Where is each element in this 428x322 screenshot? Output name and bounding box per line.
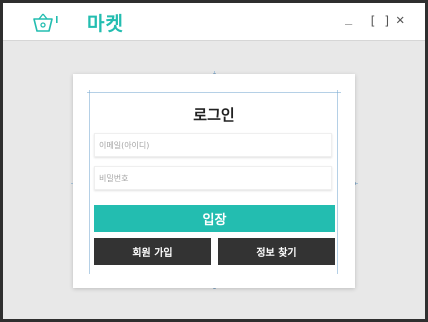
basket-icon <box>33 13 58 32</box>
password-field[interactable] <box>94 166 332 190</box>
submit-button[interactable]: 입장 <box>94 205 335 232</box>
title-bar: 마켓 _ [ ] ✕ <box>3 3 425 41</box>
find-info-button[interactable]: 정보 찾기 <box>218 238 335 265</box>
layout-guide <box>87 92 341 93</box>
minimize-button[interactable]: _ <box>345 11 352 25</box>
maximize-button[interactable]: [ ] <box>369 14 391 28</box>
content-area: 로그인 입장 회원 가입 정보 찾기 <box>3 41 425 319</box>
signup-button[interactable]: 회원 가입 <box>94 238 211 265</box>
email-field[interactable] <box>94 133 332 157</box>
login-card: 로그인 입장 회원 가입 정보 찾기 <box>73 74 355 288</box>
app-window: 마켓 _ [ ] ✕ 로그인 입장 회원 가입 정보 찾기 <box>3 3 425 319</box>
close-button[interactable]: ✕ <box>396 12 404 28</box>
login-title: 로그인 <box>193 106 235 124</box>
app-title: 마켓 <box>87 13 124 35</box>
